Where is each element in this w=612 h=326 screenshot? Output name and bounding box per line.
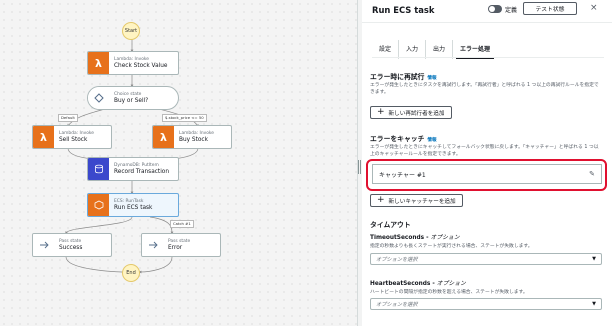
definition-toggle-label: 定義	[505, 7, 518, 14]
plus-icon: +	[377, 107, 385, 117]
close-icon[interactable]: ×	[590, 3, 598, 13]
heartbeat-seconds-select[interactable]: オプションを選択 ▼	[370, 298, 602, 310]
state-config-panel: Run ECS task 定義 テスト状態 × 設定 入力 出力 エラー処理 エ…	[362, 0, 612, 326]
heartbeat-seconds-description: ハートビートの間隔が指定の秒数を超える場合、ステートが失敗します。	[370, 290, 528, 295]
edge-label-condition: $.stock_price <= 50	[162, 114, 207, 122]
highlight-annotation	[366, 159, 607, 191]
pass-state-icon	[33, 234, 54, 256]
node-choice[interactable]: Choice state Buy or Sell?	[87, 86, 179, 110]
select-placeholder: オプションを選択	[376, 301, 418, 308]
catch-description: エラーが発生したときにキャッチしてフォールバック状態に戻します。「キャッチャー」…	[370, 145, 599, 157]
end-label: End	[126, 270, 136, 276]
node-error[interactable]: Pass state Error	[141, 233, 221, 257]
timeout-seconds-name: TimeoutSeconds	[370, 235, 425, 241]
node-name: Sell Stock	[59, 137, 88, 143]
node-name: Success	[59, 245, 83, 251]
node-record-transaction[interactable]: DynamoDB: PutItem Record Transaction	[87, 157, 179, 181]
optional-tag: オプション	[436, 281, 466, 287]
pass-state-icon	[142, 234, 163, 256]
node-name: Check Stock Value	[114, 63, 168, 69]
tabs-divider	[372, 57, 604, 58]
choice-icon	[88, 87, 109, 109]
node-sell-stock[interactable]: λ Lambda: Invoke Sell Stock	[32, 125, 112, 149]
timeout-seconds-description: 指定の秒数よりも長くステートが実行される場合、ステートが失敗します。	[370, 244, 533, 249]
node-type: ECS: RunTask	[114, 199, 144, 204]
node-name: Run ECS task	[114, 205, 153, 211]
edge-label-catch: Catch #1	[170, 220, 194, 228]
test-state-button[interactable]: テスト状態	[523, 2, 577, 15]
chevron-down-icon: ▼	[592, 256, 596, 262]
timeout-seconds-select[interactable]: オプションを選択 ▼	[370, 253, 602, 265]
end-node[interactable]: End	[122, 264, 140, 282]
workflow-canvas[interactable]: Start λ Lambda: Invoke Check Stock Value…	[0, 0, 357, 326]
timeout-seconds-label: TimeoutSeconds - オプション	[370, 235, 460, 241]
heartbeat-seconds-label: HeartbeatSeconds - オプション	[370, 281, 466, 287]
node-type: Lambda: Invoke	[114, 57, 150, 62]
node-buy-stock[interactable]: λ Lambda: Invoke Buy Stock	[152, 125, 232, 149]
retry-description: エラーが発生したときにタスクを再試行します。「再試行者」と呼ばれる 1 つ以上の…	[370, 83, 599, 95]
edge-label-default: Default	[58, 114, 78, 122]
header-divider	[362, 22, 612, 23]
dynamodb-icon	[88, 158, 109, 180]
add-catcher-label: 新しいキャッチャーを追加	[388, 198, 456, 205]
start-label: Start	[124, 28, 138, 34]
node-type: Choice state	[114, 92, 142, 97]
panel-title: Run ECS task	[372, 5, 435, 15]
node-success[interactable]: Pass state Success	[32, 233, 112, 257]
resize-handle[interactable]	[358, 160, 361, 174]
definition-toggle[interactable]	[488, 5, 502, 13]
retry-info-link[interactable]: 情報	[427, 76, 436, 81]
select-placeholder: オプションを選択	[376, 256, 418, 263]
catch-info-link[interactable]: 情報	[427, 138, 436, 143]
ecs-icon	[88, 194, 109, 216]
lambda-icon: λ	[88, 52, 109, 74]
optional-tag: オプション	[430, 235, 460, 241]
node-type: Lambda: Invoke	[59, 131, 95, 136]
lambda-icon: λ	[33, 126, 54, 148]
node-name: Error	[168, 245, 183, 251]
catch-title: エラーをキャッチ	[370, 135, 425, 143]
heartbeat-seconds-name: HeartbeatSeconds	[370, 281, 431, 287]
node-check-stock[interactable]: λ Lambda: Invoke Check Stock Value	[87, 51, 179, 75]
node-name: Record Transaction	[114, 169, 170, 175]
node-name: Buy or Sell?	[114, 98, 149, 104]
plus-icon: +	[377, 195, 385, 205]
node-type: DynamoDB: PutItem	[114, 163, 159, 168]
node-type: Lambda: Invoke	[179, 131, 215, 136]
retry-title: エラー時に再試行	[370, 73, 425, 81]
node-run-ecs-task[interactable]: ECS: RunTask Run ECS task	[87, 193, 179, 217]
add-catcher-button[interactable]: + 新しいキャッチャーを追加	[370, 194, 463, 207]
catch-section-title: エラーをキャッチ 情報	[370, 133, 437, 143]
timeout-section-title: タイムアウト	[370, 221, 411, 229]
lambda-icon: λ	[153, 126, 174, 148]
node-type: Pass state	[59, 239, 82, 244]
retry-section-title: エラー時に再試行 情報	[370, 71, 437, 81]
node-name: Buy Stock	[179, 137, 208, 143]
start-node[interactable]: Start	[122, 22, 140, 40]
node-type: Pass state	[168, 239, 191, 244]
add-retrier-label: 新しい再試行者を追加	[388, 110, 445, 117]
chevron-down-icon: ▼	[592, 301, 596, 307]
add-retrier-button[interactable]: + 新しい再試行者を追加	[370, 106, 452, 119]
